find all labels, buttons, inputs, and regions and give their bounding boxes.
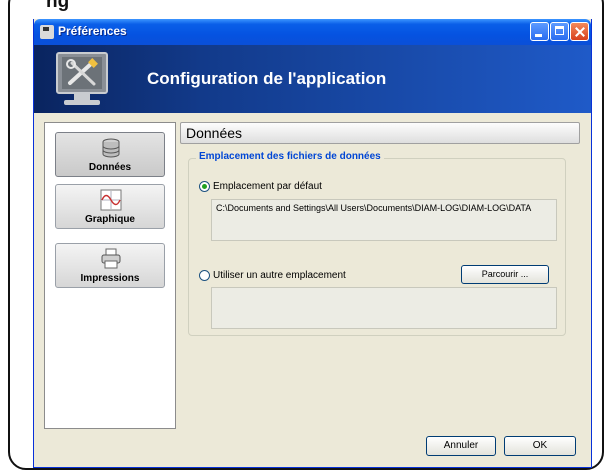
settings-app-icon <box>40 25 54 39</box>
monitor-base <box>64 100 100 105</box>
header-banner: Configuration de l'application <box>34 45 591 113</box>
maximize-button[interactable] <box>550 22 569 41</box>
settings-panel: Données Emplacement des fichiers de donn… <box>180 122 580 429</box>
tools-monitor-icon <box>56 52 108 94</box>
close-button[interactable] <box>570 22 589 41</box>
sidebar-item-graphique[interactable]: Graphique <box>55 184 165 229</box>
ok-button[interactable]: OK <box>504 436 576 456</box>
default-location-label[interactable]: Emplacement par défaut <box>213 181 322 192</box>
default-location-radio[interactable] <box>199 181 210 192</box>
minimize-button[interactable] <box>530 22 549 41</box>
other-path-field[interactable] <box>211 287 557 329</box>
sidebar-item-donnees[interactable]: Données <box>55 132 165 177</box>
printer-icon <box>101 248 121 269</box>
sidebar-item-impressions[interactable]: Impressions <box>55 243 165 288</box>
sidebar-item-label: Impressions <box>80 273 140 284</box>
panel-header: Données <box>180 122 580 144</box>
chart-icon <box>100 189 122 211</box>
banner-heading: Configuration de l'application <box>147 69 387 88</box>
default-path-field: C:\Documents and Settings\All Users\Docu… <box>211 199 557 241</box>
cancel-button[interactable]: Annuler <box>426 436 496 456</box>
sidebar-item-label: Données <box>88 162 132 173</box>
cropped-caption: ng <box>46 0 70 12</box>
panel-title: Données <box>186 125 243 141</box>
group-title: Emplacement des fichiers de données <box>196 151 384 162</box>
sidebar-item-label: Graphique <box>84 214 135 225</box>
other-location-label[interactable]: Utiliser un autre emplacement <box>213 270 346 281</box>
category-sidebar: Données Graphique Impressions <box>44 122 176 429</box>
preferences-window: Préférences Configuration de l'applicati… <box>33 19 592 468</box>
browse-button[interactable]: Parcourir ... <box>461 265 549 284</box>
window-title: Préférences <box>58 24 127 38</box>
other-location-radio[interactable] <box>199 270 210 281</box>
title-bar[interactable]: Préférences <box>34 19 591 45</box>
database-icon <box>102 138 120 158</box>
data-location-group: Emplacement des fichiers de données Empl… <box>188 151 566 336</box>
